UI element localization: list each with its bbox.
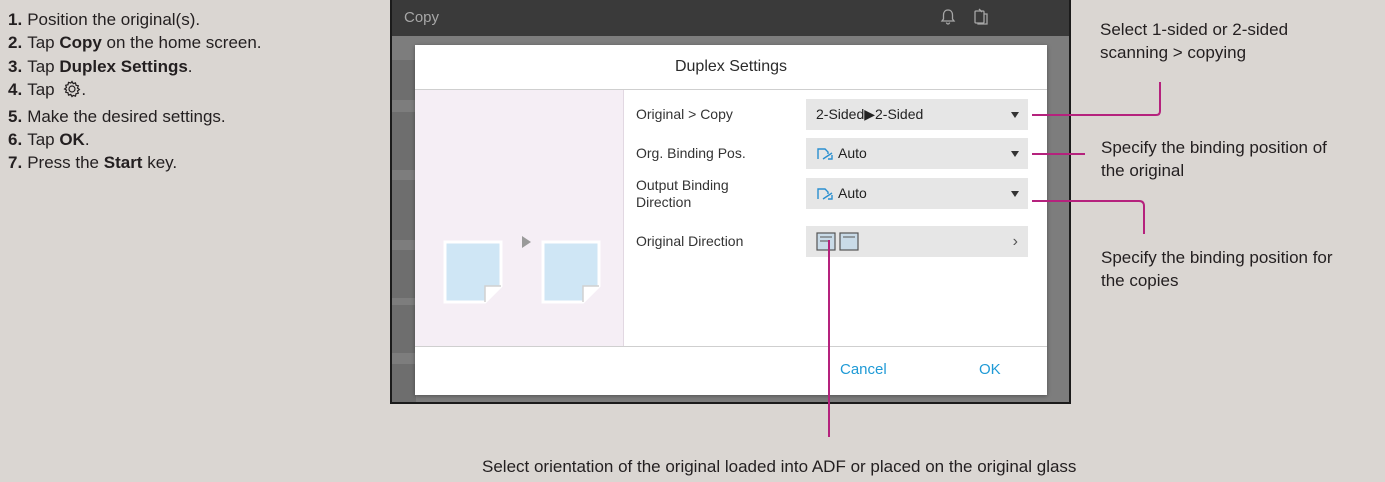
bg-panel-row (392, 180, 416, 240)
callout-original-copy: Select 1-sided or 2-sided scanning > cop… (1100, 20, 1289, 62)
dialog-footer: Cancel OK (415, 346, 1047, 395)
callout-output-binding: Specify the binding position for the cop… (1101, 248, 1333, 290)
caret-down-icon (1011, 151, 1019, 157)
caret-down-icon (1011, 191, 1019, 197)
bg-panel-row (392, 250, 416, 298)
step-1: 1. Position the original(s). (8, 10, 201, 29)
step-6: 6. Tap OK. (8, 130, 90, 150)
binding-auto-icon (817, 188, 833, 200)
step-2: 2. Tap Copy on the home screen. (8, 33, 262, 53)
step-4: 4. Tap . (8, 78, 262, 104)
title-bar: Copy (392, 0, 1069, 36)
caret-down-icon (1011, 112, 1019, 118)
original-direction-selector[interactable]: › (806, 226, 1028, 257)
source-page-icon (443, 240, 503, 304)
callout-original-direction: Select orientation of the original loade… (482, 457, 1077, 476)
bell-icon[interactable] (940, 8, 956, 31)
step-3: 3. Tap Duplex Settings. (8, 56, 193, 76)
bg-panel-row (392, 60, 416, 100)
bg-panel-row (392, 305, 416, 353)
orientation-icons (816, 232, 859, 251)
setting-output-binding: Output Binding Direction Auto (636, 177, 1036, 210)
bg-panel-row (392, 112, 416, 170)
callout-org-binding: Specify the binding position of the orig… (1101, 138, 1327, 180)
chevron-right-icon: › (1012, 233, 1018, 250)
cancel-button[interactable]: Cancel (840, 361, 887, 378)
setting-original-copy: Original > Copy 2-Sided▶2-Sided (636, 99, 1036, 130)
duplex-preview (415, 90, 624, 346)
setting-original-direction: Original Direction › (636, 226, 1036, 257)
ok-button[interactable]: OK (979, 361, 1001, 378)
setting-org-binding: Org. Binding Pos. Auto (636, 138, 1036, 169)
instruction-steps: 1. Position the original(s). 2. Tap Copy o… (8, 8, 262, 175)
duplex-settings-dialog: Duplex Settings Original > Copy 2-Sided▶… (415, 45, 1047, 395)
gear-icon (63, 80, 81, 104)
setting-label: Original Direction (636, 233, 744, 249)
setting-label: Original > Copy (636, 106, 733, 122)
step-5: 5. Make the desired settings. (8, 106, 226, 126)
app-title: Copy (404, 9, 440, 26)
step-7: 7. Press the Start key. (8, 153, 178, 173)
output-binding-dropdown[interactable]: Auto (806, 178, 1028, 209)
setting-label: Output Binding Direction (636, 177, 729, 210)
job-status-icon[interactable] (971, 7, 991, 32)
original-copy-dropdown[interactable]: 2-Sided▶2-Sided (806, 99, 1028, 130)
bg-panel-row (392, 364, 416, 402)
output-page-icon (541, 240, 601, 304)
dialog-title: Duplex Settings (415, 45, 1047, 90)
org-binding-dropdown[interactable]: Auto (806, 138, 1028, 169)
arrow-right-icon (522, 236, 531, 248)
binding-auto-icon (817, 148, 833, 160)
setting-label: Org. Binding Pos. (636, 145, 746, 161)
